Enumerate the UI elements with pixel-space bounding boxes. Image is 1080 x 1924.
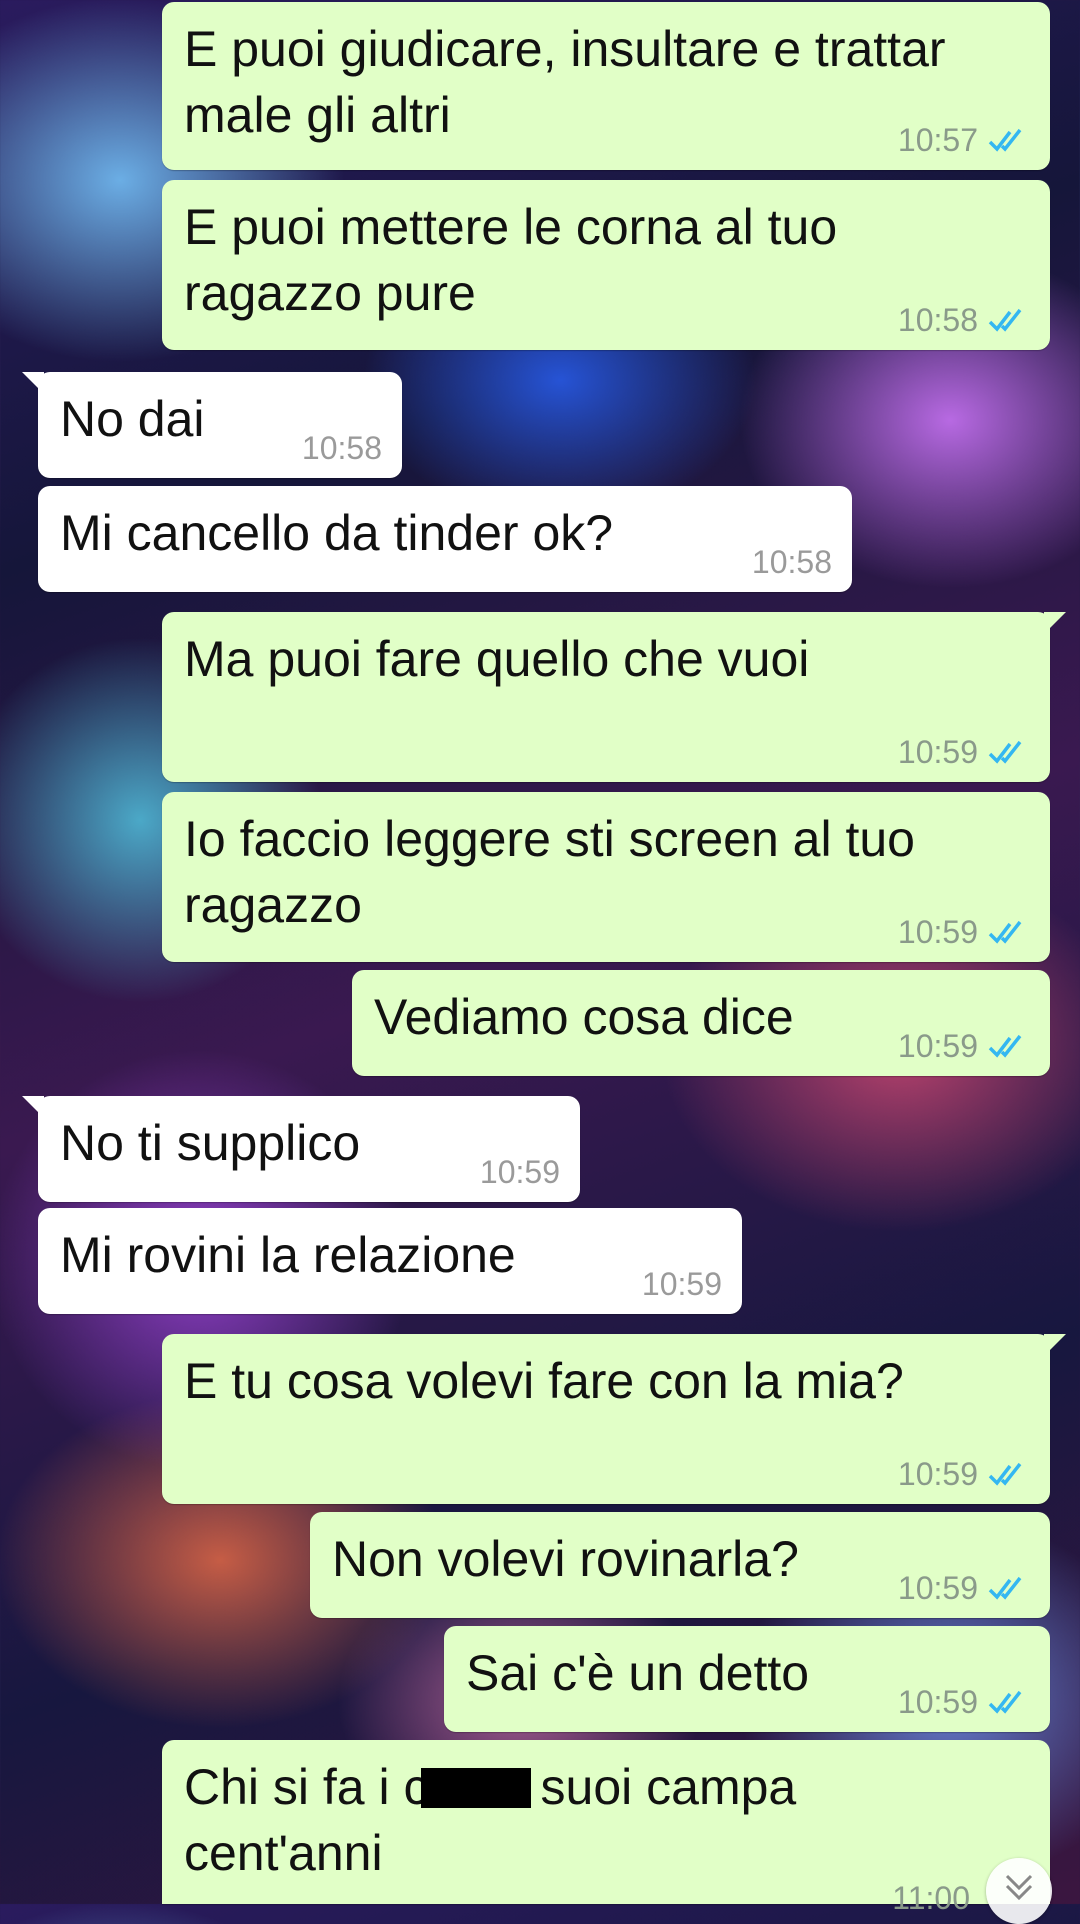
message-time: 10:59 [641,1266,722,1302]
message-time: 11:00 [892,1880,970,1916]
message-time: 10:58 [751,544,832,580]
message-meta: 10:59 [898,736,1030,768]
double-check-icon [988,128,1022,152]
message-text: Mi cancello da tinder ok? [60,505,614,561]
message-text-part: cent'anni [184,1825,383,1881]
outgoing-message[interactable]: E puoi mettere le corna al tuo ragazzo p… [162,180,1050,350]
bubble-tail [22,1096,44,1118]
incoming-message[interactable]: No ti supplico 10:59 [22,1096,580,1202]
incoming-message[interactable]: No dai 10:58 [22,372,402,478]
bubble-tail [1044,612,1066,634]
scroll-to-bottom-button[interactable] [986,1858,1052,1924]
message-time: 10:58 [897,302,978,338]
message-meta: 10:58 [898,304,1030,336]
bubble-tail [22,372,44,394]
message-time: 10:59 [479,1154,560,1190]
message-time: 10:59 [897,914,978,950]
outgoing-message[interactable]: Chi si fa i c suoi campa cent'anni 11:00 [162,1740,1050,1914]
message-time: 10:59 [897,1684,978,1720]
message-meta: 10:59 [898,1458,1030,1490]
message-meta: 10:59 [898,1572,1030,1604]
message-time: 10:58 [301,430,382,466]
message-time: 10:59 [897,734,978,770]
outgoing-message[interactable]: E puoi giudicare, insultare e trattar ma… [162,2,1050,170]
message-time: 10:59 [897,1028,978,1064]
message-meta: 10:58 [302,432,382,464]
message-meta: 10:59 [642,1268,722,1300]
message-time: 10:59 [897,1456,978,1492]
double-check-icon [988,1034,1022,1058]
outgoing-message[interactable]: E tu cosa volevi fare con la mia? 10:59 [162,1334,1066,1504]
double-check-icon [988,1690,1022,1714]
message-meta: 10:59 [480,1156,560,1188]
bubble-tail [1044,1334,1066,1356]
outgoing-message[interactable]: Ma puoi fare quello che vuoi 10:59 [162,612,1066,782]
outgoing-message[interactable]: Io faccio leggere sti screen al tuo raga… [162,792,1050,962]
message-meta: 10:59 [898,1686,1030,1718]
outgoing-message[interactable]: Sai c'è un detto 10:59 [444,1626,1050,1732]
message-text-part: Chi si fa i c [184,1759,429,1815]
message-text: Ma puoi fare quello che vuoi [184,631,810,687]
message-meta: 10:57 [898,124,1030,156]
redaction-block [420,1768,531,1808]
message-text-part: suoi campa [540,1759,797,1815]
message-meta: 10:59 [898,916,1030,948]
message-meta: 11:00 [892,1882,970,1914]
double-check-icon [988,920,1022,944]
double-check-icon [988,1576,1022,1600]
message-time: 10:57 [897,122,978,158]
outgoing-message[interactable]: Non volevi rovinarla? 10:59 [310,1512,1050,1618]
incoming-message[interactable]: Mi cancello da tinder ok? 10:58 [38,486,852,592]
message-meta: 10:58 [752,546,832,578]
message-text: Mi rovini la relazione [60,1227,516,1283]
incoming-message[interactable]: Mi rovini la relazione 10:59 [38,1208,742,1314]
double-check-icon [988,308,1022,332]
chat-view[interactable]: E puoi giudicare, insultare e trattar ma… [0,0,1080,1924]
message-meta: 10:59 [898,1030,1030,1062]
message-text: Chi si fa i c suoi campa cent'anni [184,1754,1028,1886]
outgoing-message[interactable]: Vediamo cosa dice 10:59 [352,970,1050,1076]
message-text: E tu cosa volevi fare con la mia? [184,1353,904,1409]
message-time: 10:59 [897,1570,978,1606]
double-check-icon [988,1462,1022,1486]
chevron-down-icon [1005,1874,1033,1901]
double-check-icon [988,740,1022,764]
